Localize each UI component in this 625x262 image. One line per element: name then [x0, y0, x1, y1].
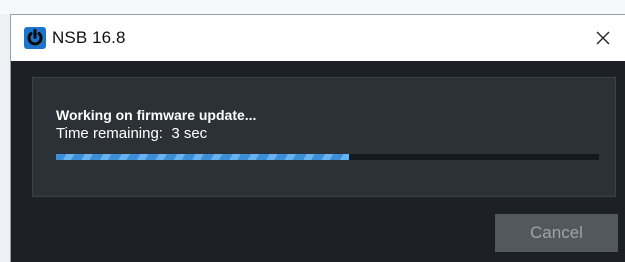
progress-bar-fill — [56, 154, 350, 160]
time-remaining-label: Time remaining: — [56, 125, 163, 142]
time-remaining-value: 3 sec — [171, 125, 208, 142]
time-remaining: Time remaining: 3 sec — [56, 125, 207, 142]
firmware-update-dialog: NSB 16.8 Working on firmware update... T… — [10, 14, 625, 262]
window-title: NSB 16.8 — [52, 28, 126, 47]
background-window — [0, 0, 625, 14]
progress-panel: Working on firmware update... Time remai… — [32, 77, 616, 197]
status-title: Working on firmware update... — [56, 107, 257, 123]
background-edge — [0, 14, 10, 262]
nsb-power-icon — [24, 27, 46, 49]
title-bar[interactable]: NSB 16.8 — [11, 15, 625, 61]
close-icon — [596, 31, 610, 45]
close-button[interactable] — [581, 15, 625, 61]
progress-bar — [56, 154, 599, 160]
cancel-button[interactable]: Cancel — [495, 214, 618, 252]
